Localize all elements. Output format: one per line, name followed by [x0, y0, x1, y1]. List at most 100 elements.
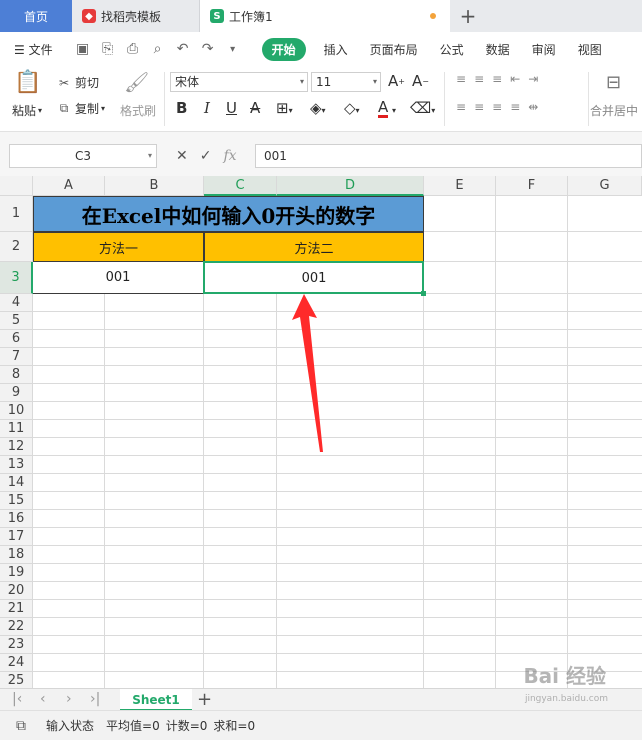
row-header-6[interactable]: 6 [0, 330, 33, 348]
align-left-icon[interactable]: ≡ [456, 100, 474, 114]
merge-center-icon[interactable]: ⊟ [606, 72, 621, 93]
align-middle-icon[interactable]: ≡ [474, 72, 492, 86]
row-header-8[interactable]: 8 [0, 366, 33, 384]
row-header-2[interactable]: 2 [0, 232, 33, 262]
prev-sheet-icon[interactable]: ‹ [40, 691, 46, 707]
row-header-18[interactable]: 18 [0, 546, 33, 564]
menu-tab-insert[interactable]: 插入 [324, 41, 348, 58]
menu-tab-formulas[interactable]: 公式 [440, 41, 464, 58]
file-menu[interactable]: ☰ 文件 [14, 41, 53, 58]
fill-handle[interactable] [421, 291, 426, 296]
add-sheet-button[interactable]: + [197, 689, 212, 711]
row-header-9[interactable]: 9 [0, 384, 33, 402]
font-size-select[interactable]: 11 ▾ [311, 72, 381, 92]
confirm-icon[interactable]: ✓ [200, 148, 212, 164]
underline-icon[interactable]: U [226, 99, 237, 117]
distribute-icon[interactable]: ⇹ [528, 100, 546, 114]
row-header-5[interactable]: 5 [0, 312, 33, 330]
copy-button[interactable]: ⧉ 复制 ▾ [56, 100, 105, 117]
indent-increase-icon[interactable]: ⇥ [528, 72, 546, 86]
menu-tab-review[interactable]: 审阅 [532, 41, 556, 58]
merge-center-button[interactable]: 合并居中 [590, 102, 638, 119]
row-header-3[interactable]: 3 [0, 262, 33, 294]
row-header-25[interactable]: 25 [0, 672, 33, 688]
row-header-13[interactable]: 13 [0, 456, 33, 474]
print-preview-icon[interactable]: ⌕ [150, 41, 166, 57]
align-center-icon[interactable]: ≡ [474, 100, 492, 114]
row-header-1[interactable]: 1 [0, 196, 33, 232]
column-header-d[interactable]: D [277, 176, 424, 196]
first-sheet-icon[interactable]: |‹ [12, 691, 22, 707]
save-icon[interactable]: ▣ [75, 41, 91, 57]
tab-template[interactable]: ◆ 找稻壳模板 [72, 0, 200, 32]
spreadsheet-grid[interactable]: A B C D E F G 1 2 3 4 5 6 7 8 9 10 11 12 13 14 15 16 17 18 19 20 21… [0, 176, 642, 688]
new-tab-button[interactable]: + [450, 0, 486, 32]
redo-icon[interactable]: ↷ [200, 41, 216, 57]
column-header-f[interactable]: F [496, 176, 568, 196]
cut-button[interactable]: ✂ 剪切 [56, 74, 99, 91]
cell-a3[interactable]: 001 [33, 262, 204, 294]
italic-icon[interactable]: I [204, 99, 210, 117]
row-header-21[interactable]: 21 [0, 600, 33, 618]
format-painter-button[interactable]: 格式刷 [120, 102, 156, 119]
next-sheet-icon[interactable]: › [66, 691, 72, 707]
menu-tab-view[interactable]: 视图 [578, 41, 602, 58]
paste-menu[interactable]: 粘贴 ▾ [12, 102, 42, 119]
menu-tab-page-layout[interactable]: 页面布局 [370, 41, 418, 58]
column-header-b[interactable]: B [105, 176, 204, 196]
font-color-icon[interactable]: A [378, 99, 389, 118]
decrease-font-icon[interactable]: A − [412, 72, 429, 90]
name-box[interactable]: C3 ▾ [9, 144, 157, 168]
row-header-19[interactable]: 19 [0, 564, 33, 582]
row-header-7[interactable]: 7 [0, 348, 33, 366]
justify-icon[interactable]: ≡ [510, 100, 528, 114]
row-header-4[interactable]: 4 [0, 294, 33, 312]
row-header-11[interactable]: 11 [0, 420, 33, 438]
column-header-g[interactable]: G [568, 176, 642, 196]
select-all-corner[interactable] [0, 176, 33, 196]
row-header-15[interactable]: 15 [0, 492, 33, 510]
undo-icon[interactable]: ↶ [175, 41, 191, 57]
last-sheet-icon[interactable]: ›| [90, 691, 100, 707]
tab-workbook[interactable]: S 工作簿1 [200, 0, 450, 32]
indent-decrease-icon[interactable]: ⇤ [510, 72, 528, 86]
row-header-24[interactable]: 24 [0, 654, 33, 672]
row-header-10[interactable]: 10 [0, 402, 33, 420]
row-header-14[interactable]: 14 [0, 474, 33, 492]
strikethrough-icon[interactable]: A [250, 99, 260, 117]
align-bottom-icon[interactable]: ≡ [492, 72, 510, 86]
column-header-e[interactable]: E [424, 176, 496, 196]
row-header-23[interactable]: 23 [0, 636, 33, 654]
print-icon[interactable]: ⎙ [125, 41, 141, 57]
cell-style-icon[interactable]: ◈▾ [310, 99, 326, 117]
row-header-12[interactable]: 12 [0, 438, 33, 456]
tab-home[interactable]: 首页 [0, 0, 72, 32]
row-header-22[interactable]: 22 [0, 618, 33, 636]
sheet-tab-sheet1[interactable]: Sheet1 [120, 689, 192, 711]
formula-input[interactable]: 001 [255, 144, 642, 168]
format-painter-icon[interactable]: 🖌 [124, 70, 149, 94]
font-name-select[interactable]: 宋体 ▾ [170, 72, 308, 92]
increase-font-icon[interactable]: A + [388, 72, 405, 90]
export-pdf-icon[interactable]: ⎘ [100, 41, 116, 57]
status-cell-icon[interactable]: ⧉ [16, 718, 26, 734]
menu-tab-data[interactable]: 数据 [486, 41, 510, 58]
row-header-16[interactable]: 16 [0, 510, 33, 528]
paste-button[interactable]: 📋 [14, 70, 41, 95]
cancel-icon[interactable]: ✕ [176, 148, 188, 164]
title-cell-a1[interactable]: 在Excel中如何输入0开头的数字 [33, 196, 424, 232]
bold-icon[interactable]: B [176, 99, 187, 117]
header-cell-method1[interactable]: 方法一 [33, 232, 204, 262]
fill-color-icon[interactable]: ◇▾ [344, 99, 360, 117]
column-header-c[interactable]: C [204, 176, 277, 196]
clear-format-icon[interactable]: ⌫▾ [410, 99, 435, 117]
menu-tab-home[interactable]: 开始 [261, 37, 306, 61]
align-top-icon[interactable]: ≡ [456, 72, 474, 86]
row-header-17[interactable]: 17 [0, 528, 33, 546]
header-cell-method2[interactable]: 方法二 [204, 232, 424, 262]
function-icon[interactable]: fx [223, 148, 236, 164]
align-right-icon[interactable]: ≡ [492, 100, 510, 114]
column-header-a[interactable]: A [33, 176, 105, 196]
borders-icon[interactable]: ⊞▾ [276, 99, 293, 117]
row-header-20[interactable]: 20 [0, 582, 33, 600]
